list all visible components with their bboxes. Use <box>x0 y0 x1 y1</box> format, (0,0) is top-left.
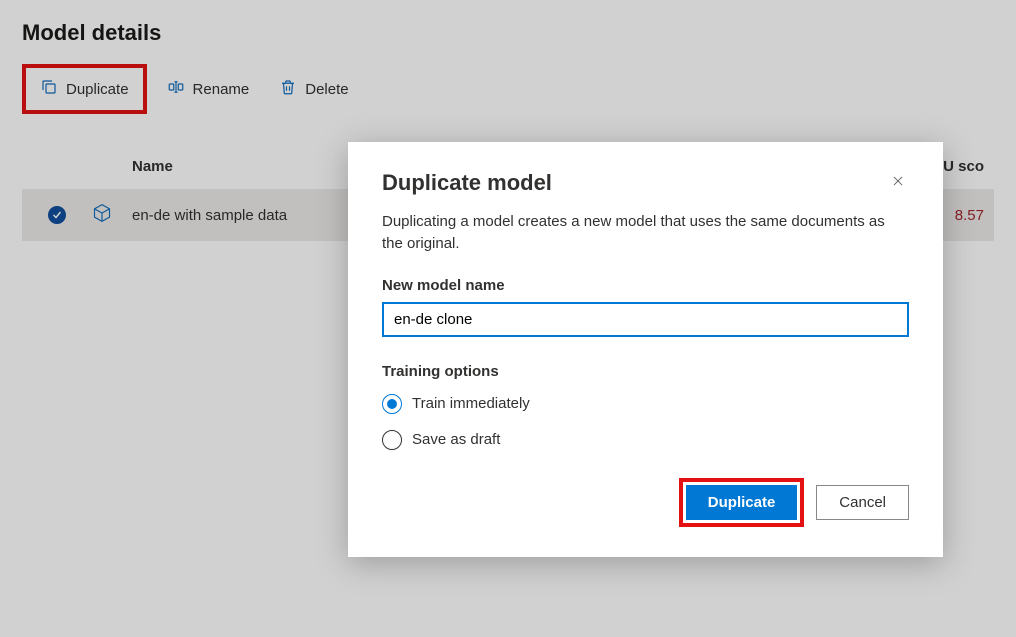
highlight-duplicate-action: Duplicate <box>679 478 805 527</box>
duplicate-confirm-button[interactable]: Duplicate <box>686 485 798 520</box>
new-name-input[interactable] <box>382 302 909 337</box>
radio-icon <box>382 430 402 450</box>
radio-label: Train immediately <box>412 395 530 412</box>
radio-icon <box>382 394 402 414</box>
cancel-button[interactable]: Cancel <box>816 485 909 520</box>
new-name-label: New model name <box>382 277 909 294</box>
modal-overlay: Duplicate model Duplicating a model crea… <box>0 0 1016 637</box>
duplicate-dialog: Duplicate model Duplicating a model crea… <box>348 142 943 557</box>
dialog-title: Duplicate model <box>382 170 552 196</box>
radio-save-as-draft[interactable]: Save as draft <box>382 430 909 450</box>
radio-train-immediately[interactable]: Train immediately <box>382 394 909 414</box>
radio-label: Save as draft <box>412 431 500 448</box>
close-icon <box>891 175 905 192</box>
dialog-description: Duplicating a model creates a new model … <box>382 211 909 255</box>
training-options-label: Training options <box>382 363 909 380</box>
close-button[interactable] <box>887 170 909 197</box>
